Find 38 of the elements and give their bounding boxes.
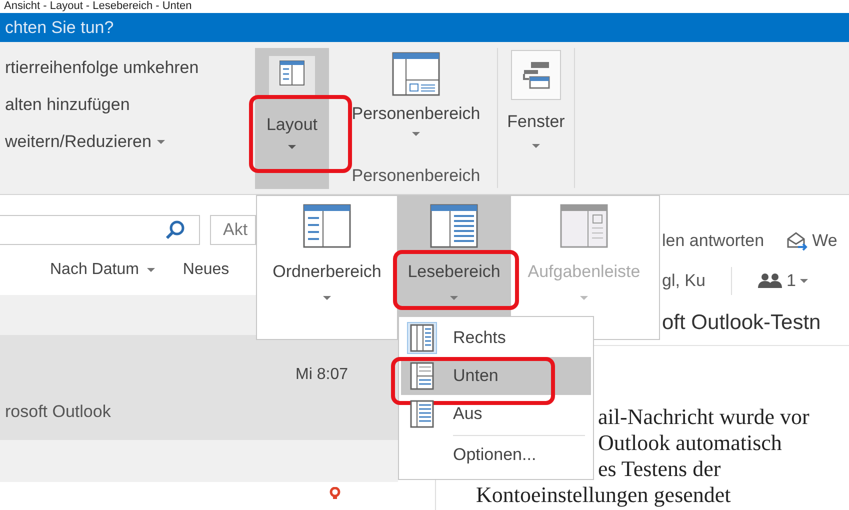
window-button[interactable]: Fenster (504, 48, 568, 148)
layout-button[interactable]: Layout (255, 48, 329, 189)
people-count-button[interactable]: 1 (758, 271, 808, 291)
body-text-line: ail-Nachricht wurde vor (598, 404, 810, 430)
menu-item[interactable]: Optionen... (401, 438, 591, 471)
search-icon (165, 220, 185, 240)
pin-icon (329, 487, 341, 499)
body-text-line: es Testens der (598, 456, 721, 482)
tell-me-text[interactable]: chten Sie tun? (5, 18, 114, 38)
windows-icon (511, 50, 561, 100)
body-text-line: Outlook automatisch (598, 430, 782, 456)
ribbon-command[interactable]: weitern/Reduzieren (5, 132, 255, 152)
menu-item[interactable]: Unten (401, 357, 591, 395)
search-field[interactable] (0, 215, 200, 245)
mail-sender: rosoft Outlook (5, 400, 112, 422)
order-button[interactable]: Neues (182, 261, 230, 279)
recipients-text: gl, Ku (662, 271, 706, 291)
reading-pane-icon (430, 204, 478, 248)
ribbon-command[interactable]: alten hinzufügen (5, 95, 255, 115)
ribbon-command[interactable]: rtierreihenfolge umkehren (5, 58, 255, 78)
mail-item[interactable]: Mi 8:07 rosoft Outlook (0, 335, 398, 440)
people-pane-icon (392, 52, 440, 96)
layout-icon (279, 60, 305, 86)
folder-pane-button[interactable]: Ordnerbereich (257, 196, 397, 307)
todo-pane-icon (560, 204, 608, 248)
group-label: Personenbereich (352, 166, 480, 187)
sort-dropdown[interactable]: Nach Datum (50, 261, 155, 279)
caption-text: Ansicht - Layout - Lesebereich - Unten (3, 0, 193, 13)
envelope-arrow-icon (786, 231, 808, 251)
menu-item[interactable]: Aus (401, 395, 591, 433)
people-icon (758, 273, 782, 289)
scope-field[interactable]: Akt (210, 215, 256, 245)
mail-time: Mi 8:07 (296, 366, 348, 384)
forward-button[interactable]: We (786, 231, 838, 251)
people-pane-button[interactable]: Personenbereich (341, 48, 491, 136)
reply-all-button[interactable]: len antworten (662, 231, 764, 251)
folder-pane-icon (303, 204, 351, 248)
body-text-line: Kontoeinstellungen gesendet (476, 482, 731, 508)
